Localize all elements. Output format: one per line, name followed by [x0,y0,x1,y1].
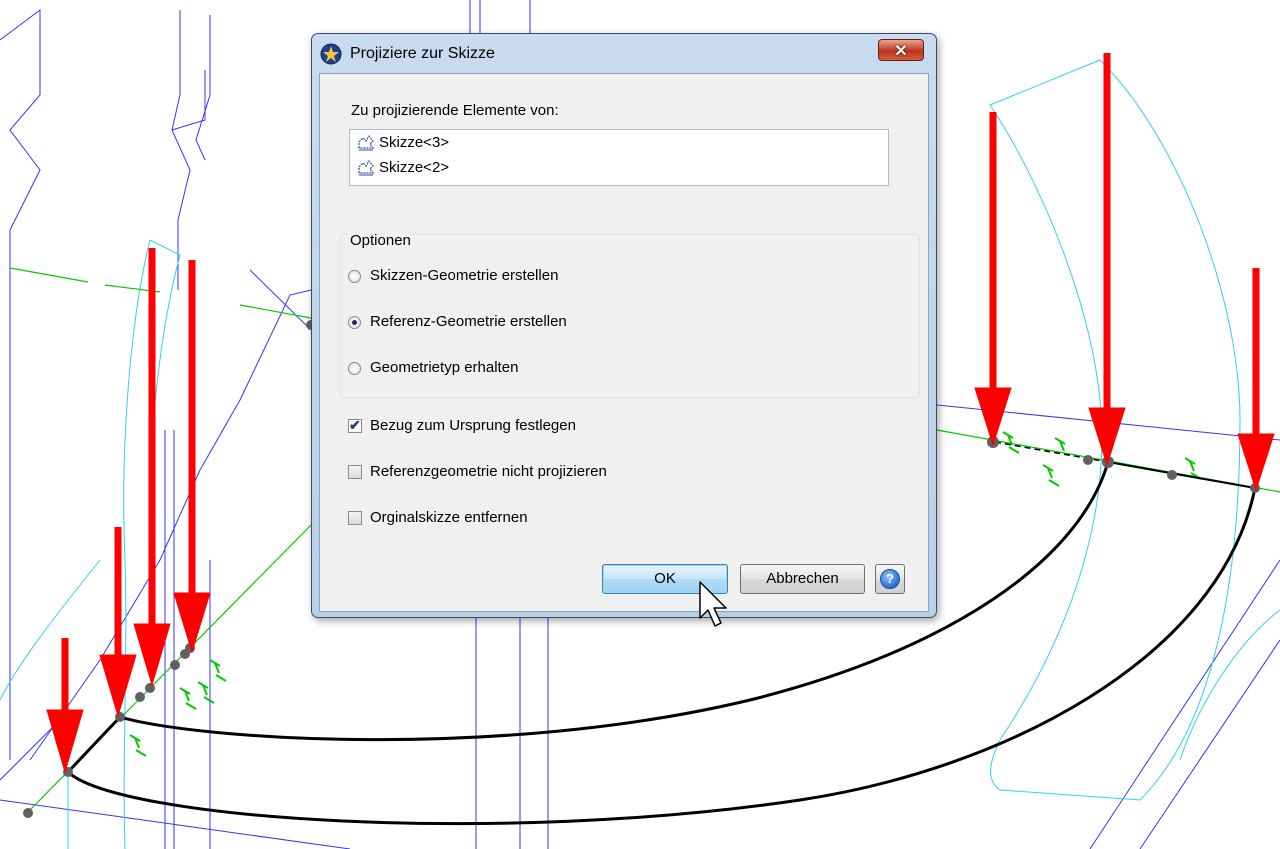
sketch-icon [358,159,375,176]
project-to-sketch-dialog: Projiziere zur Skizze ✕ Zu projizierende… [311,33,937,618]
app-star-icon [320,43,342,65]
mouse-cursor-icon [699,581,727,627]
sketch-icon [358,134,375,151]
checkbox-origin-reference-label[interactable]: Bezug zum Ursprung festlegen [370,417,576,434]
title-bar[interactable]: Projiziere zur Skizze ✕ [312,34,936,74]
arrow-icon [1088,53,1126,467]
options-legend: Optionen [347,232,414,249]
list-item-label: Skizze<3> [379,134,450,151]
radio-reference-geometry[interactable] [348,316,361,329]
close-button[interactable]: ✕ [878,39,924,61]
checkbox-remove-original-sketch-label[interactable]: Orginalskizze entfernen [370,509,528,526]
close-icon: ✕ [894,43,908,60]
radio-keep-geometry-type-label[interactable]: Geometrietyp erhalten [370,359,518,376]
arrow-icon [173,260,211,654]
radio-sketch-geometry-label[interactable]: Skizzen-Geometrie erstellen [370,267,558,284]
checkbox-no-reference-projection[interactable] [348,465,362,479]
radio-keep-geometry-type[interactable] [348,362,361,375]
checkbox-remove-original-sketch[interactable] [348,511,362,525]
arrow-icon [1237,268,1275,492]
checkbox-origin-reference[interactable]: ✔ [348,417,362,433]
list-item-label: Skizze<2> [379,159,450,176]
arrow-icon [974,112,1012,447]
cancel-button[interactable]: Abbrechen [740,564,865,594]
dialog-title: Projiziere zur Skizze [350,45,495,62]
help-button[interactable]: ? [875,564,905,594]
arrow-icon [46,638,84,774]
checkmark-icon: ✔ [349,417,361,433]
dialog-content: Zu projizierende Elemente von: Skizze<3>… [319,73,929,612]
radio-sketch-geometry[interactable] [348,270,361,283]
checkbox-no-reference-projection-label[interactable]: Referenzgeometrie nicht projizieren [370,463,607,480]
radio-reference-geometry-label[interactable]: Referenz-Geometrie erstellen [370,313,567,330]
elements-list[interactable]: Skizze<3> Skizze<2> [349,129,889,186]
arrow-icon [99,527,137,718]
elements-label: Zu projizierende Elemente von: [351,102,559,119]
help-icon: ? [880,569,900,589]
